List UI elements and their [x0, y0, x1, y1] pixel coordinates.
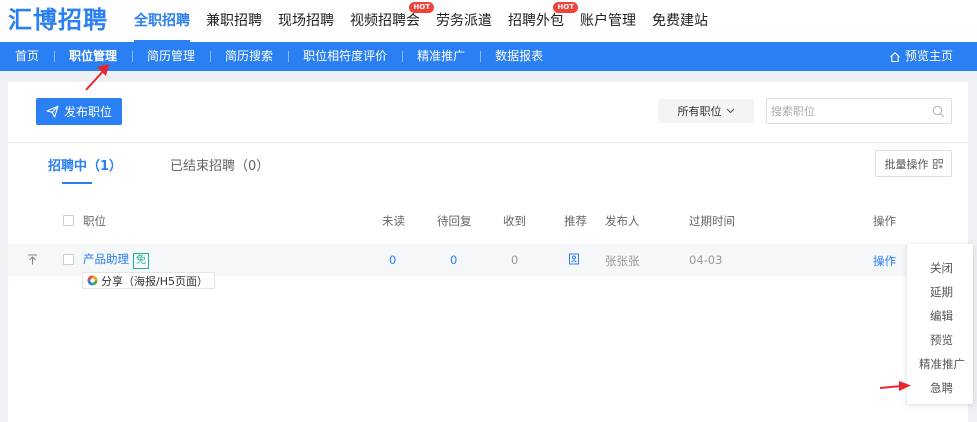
job-list-panel: 发布职位 所有职位 招聘中（1） 已结束招聘（0） 批量操作 职位 未读 待回复…: [8, 82, 968, 422]
main-nav-item-outsourcing[interactable]: 招聘外包 HOT: [500, 0, 578, 42]
sub-nav-item-promotion[interactable]: 精准推广: [402, 42, 480, 71]
received-count: 0: [511, 253, 519, 267]
send-icon: [46, 105, 59, 118]
tab-ended[interactable]: 已结束招聘（0）: [170, 157, 269, 177]
select-all-checkbox[interactable]: [63, 215, 74, 226]
pending-count[interactable]: 0: [450, 253, 457, 267]
main-nav: 全职招聘 兼职招聘 现场招聘 视频招聘会 HOT 劳务派遣 招聘外包 HOT 账户管…: [126, 0, 716, 42]
menu-item-promote[interactable]: 精准推广: [919, 356, 965, 372]
col-pending: 待回复: [437, 214, 472, 228]
position-filter-select[interactable]: 所有职位: [658, 99, 754, 123]
search-box: [766, 98, 952, 124]
publisher-name: 张张张: [605, 254, 640, 268]
batch-operation-label: 批量操作: [884, 157, 929, 171]
main-nav-item-free-site[interactable]: 免费建站: [644, 0, 716, 42]
expire-date: 04-03: [689, 253, 723, 267]
menu-item-preview[interactable]: 预览: [930, 332, 953, 348]
main-nav-label: 兼职招聘: [206, 13, 262, 29]
main-nav-item-video-fair[interactable]: 视频招聘会 HOT: [342, 0, 434, 42]
annotation-arrow-right-icon: [879, 381, 911, 391]
annotation-arrow-up-icon: [85, 64, 109, 91]
preview-home-label: 预览主页: [904, 49, 953, 63]
sub-nav-item-home[interactable]: 首页: [0, 42, 54, 71]
main-nav-item-onsite[interactable]: 现场招聘: [270, 0, 342, 42]
main-nav-label: 账户管理: [580, 13, 636, 29]
share-label: 分享（海报/H5页面）: [101, 274, 208, 288]
main-nav-label: 劳务派遣: [436, 13, 492, 29]
col-unread: 未读: [382, 214, 405, 228]
sub-nav: 首页 职位管理 简历管理 简历搜索 职位相符度评价 精准推广 数据报表 预览主页: [0, 42, 977, 71]
preview-home-link[interactable]: 预览主页: [889, 42, 953, 71]
col-position: 职位: [83, 214, 106, 228]
sub-nav-item-match-evaluation[interactable]: 职位相符度评价: [288, 42, 402, 71]
main-nav-label: 视频招聘会: [350, 13, 420, 29]
resume-icon[interactable]: [568, 253, 580, 265]
search-input[interactable]: [771, 102, 921, 120]
batch-operation-button[interactable]: 批量操作: [875, 150, 952, 177]
publish-job-label: 发布职位: [63, 105, 112, 119]
sub-nav-item-reports[interactable]: 数据报表: [480, 42, 558, 71]
share-link[interactable]: 分享（海报/H5页面）: [82, 272, 215, 289]
chevron-down-icon: [726, 108, 734, 114]
col-recommend: 推荐: [564, 214, 587, 228]
search-icon[interactable]: [932, 105, 945, 118]
col-action: 操作: [873, 214, 896, 228]
menu-item-extend[interactable]: 延期: [930, 284, 953, 300]
main-nav-item-account[interactable]: 账户管理: [572, 0, 644, 42]
grid-icon: [932, 158, 943, 169]
main-nav-item-parttime[interactable]: 兼职招聘: [198, 0, 270, 42]
action-menu: 关闭 延期 编辑 预览 精准推广 急聘: [907, 244, 973, 404]
main-nav-label: 免费建站: [652, 13, 708, 29]
job-title-cell: 产品助理免: [83, 251, 149, 269]
publish-job-button[interactable]: 发布职位: [36, 98, 122, 125]
home-icon: [890, 51, 900, 62]
row-action-button[interactable]: 操作: [873, 253, 896, 269]
unread-count[interactable]: 0: [389, 253, 396, 267]
status-tabs: 招聘中（1） 已结束招聘（0）: [8, 142, 968, 192]
top-header: 汇博招聘 全职招聘 兼职招聘 现场招聘 视频招聘会 HOT 劳务派遣 招聘外包 HO…: [0, 0, 977, 42]
main-nav-label: 招聘外包: [508, 13, 564, 29]
main-nav-item-fulltime[interactable]: 全职招聘: [126, 0, 198, 42]
free-badge: 免: [133, 253, 149, 269]
tab-recruiting[interactable]: 招聘中（1）: [48, 157, 122, 177]
site-logo[interactable]: 汇博招聘: [8, 4, 108, 36]
sub-nav-item-resume-management[interactable]: 简历管理: [132, 42, 210, 71]
job-title-link[interactable]: 产品助理: [83, 252, 129, 266]
col-received: 收到: [503, 214, 526, 228]
col-publisher: 发布人: [605, 214, 640, 228]
row-checkbox[interactable]: [63, 254, 74, 265]
menu-item-edit[interactable]: 编辑: [930, 308, 953, 324]
position-filter-label: 所有职位: [677, 105, 722, 118]
col-expire: 过期时间: [689, 214, 735, 228]
share-logo-icon: [87, 275, 98, 286]
main-nav-item-dispatch[interactable]: 劳务派遣: [428, 0, 500, 42]
sub-nav-item-resume-search[interactable]: 简历搜索: [210, 42, 288, 71]
pin-top-icon[interactable]: [27, 254, 38, 265]
menu-item-close[interactable]: 关闭: [930, 260, 953, 276]
active-tab-indicator: [62, 182, 92, 184]
main-nav-label: 全职招聘: [134, 13, 190, 29]
table-header: 职位 未读 待回复 收到 推荐 发布人 过期时间 操作: [8, 208, 968, 232]
menu-item-urgent[interactable]: 急聘: [930, 380, 953, 396]
main-nav-label: 现场招聘: [278, 13, 334, 29]
